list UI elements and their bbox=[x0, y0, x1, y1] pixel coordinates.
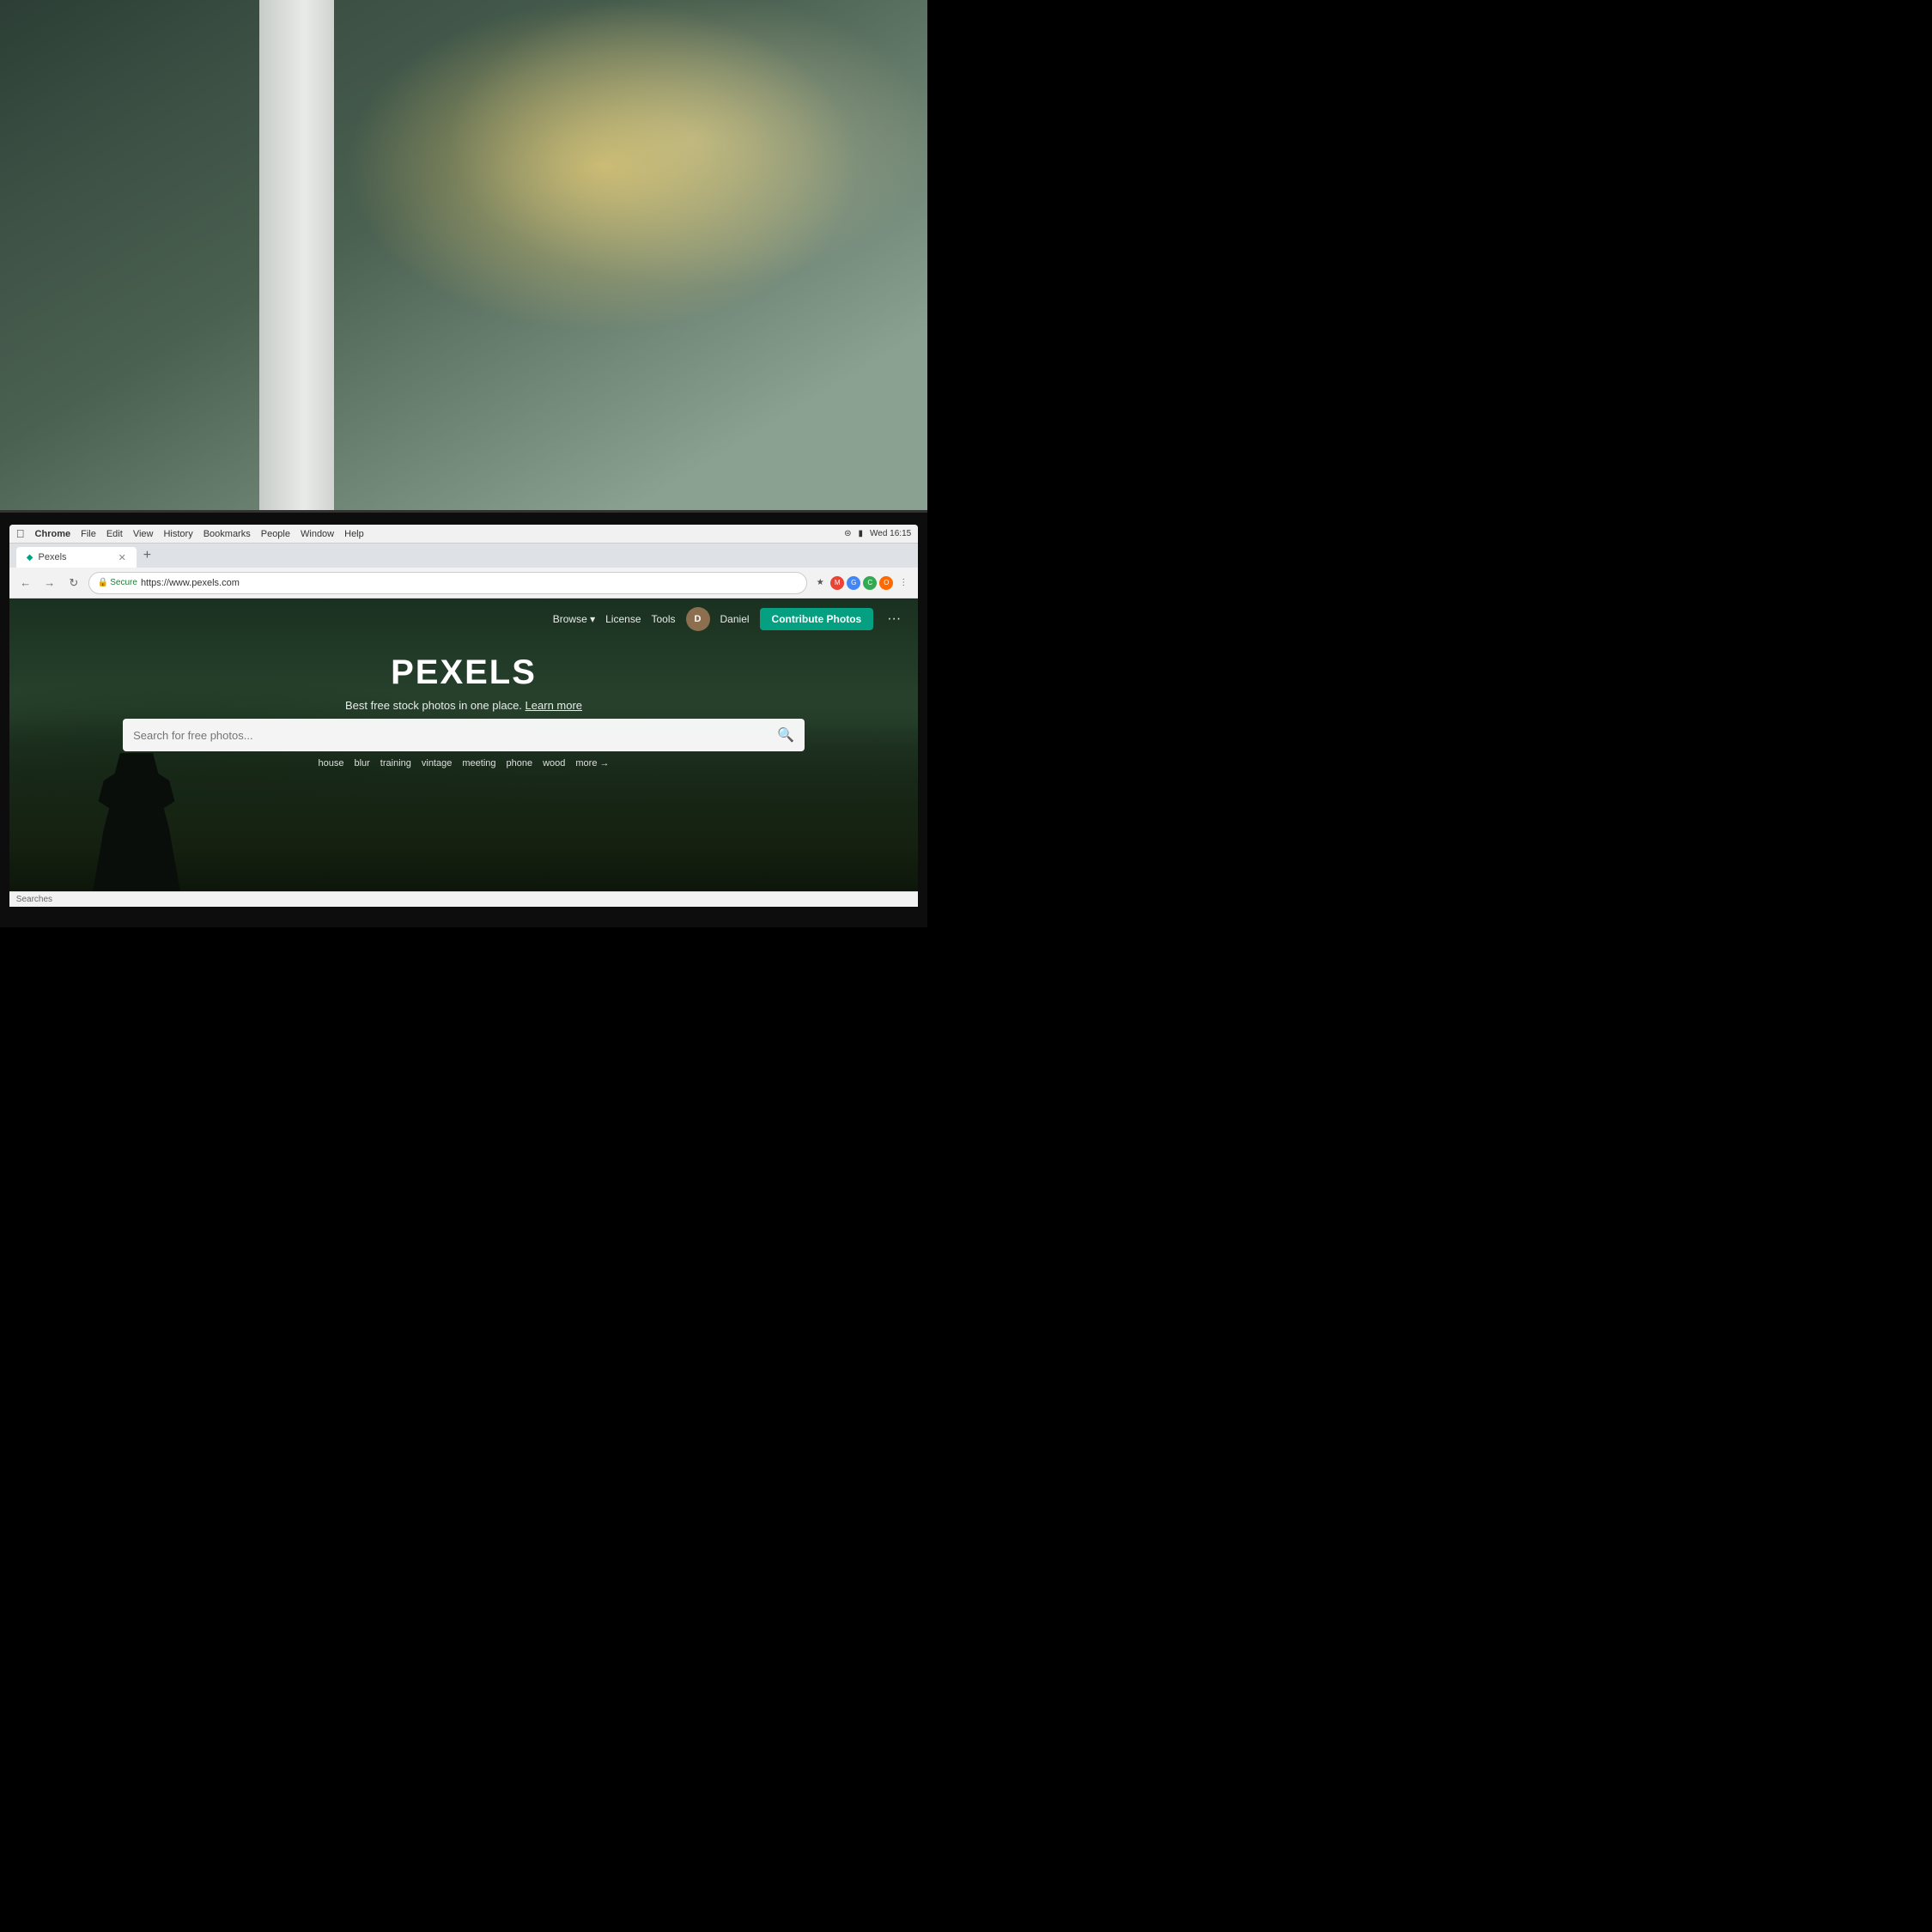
bookmark-star-icon[interactable]: ★ bbox=[812, 575, 828, 591]
secure-badge: 🔒 Secure bbox=[98, 578, 137, 587]
tag-blur[interactable]: blur bbox=[354, 758, 369, 769]
menu-edit[interactable]: Edit bbox=[106, 529, 123, 539]
extension-icons: ★ M G C O ⋮ bbox=[812, 575, 911, 591]
website-content: Browse ▾ License Tools D Daniel bbox=[9, 598, 918, 906]
pexels-logo: PEXELS bbox=[391, 653, 537, 692]
ext-icon-4[interactable]: O bbox=[879, 576, 893, 590]
os-menubar:  Chrome Pexels File Edit View History B… bbox=[9, 525, 918, 544]
pexels-main-content: PEXELS Best free stock photos in one pla… bbox=[9, 640, 918, 769]
tab-close-icon[interactable]: ✕ bbox=[118, 552, 126, 563]
menu-history[interactable]: History bbox=[163, 529, 192, 539]
menu-people[interactable]: People bbox=[261, 529, 290, 539]
menu-window[interactable]: Window bbox=[301, 529, 334, 539]
tag-wood[interactable]: wood bbox=[543, 758, 565, 769]
search-input[interactable] bbox=[133, 729, 770, 742]
new-tab-button[interactable]: + bbox=[137, 548, 158, 563]
address-bar[interactable]: 🔒 Secure https://www.pexels.com bbox=[88, 572, 807, 594]
menu-bookmarks[interactable]: Bookmarks bbox=[204, 529, 251, 539]
monitor-frame:  Chrome Pexels File Edit View History B… bbox=[0, 510, 927, 927]
ext-icon-2[interactable]: G bbox=[847, 576, 860, 590]
more-options-button[interactable]: ··· bbox=[884, 609, 904, 629]
wifi-icon: ⊜ bbox=[844, 529, 851, 538]
back-button[interactable]: ← bbox=[16, 574, 35, 592]
chrome-toolbar: ← → ↻ 🔒 Secure https://www.pexels.com ★ … bbox=[9, 568, 918, 598]
office-background bbox=[0, 0, 927, 556]
status-text: Searches bbox=[16, 895, 52, 904]
clock-display: Wed 16:15 bbox=[870, 529, 911, 538]
more-extensions-icon[interactable]: ⋮ bbox=[896, 575, 911, 591]
os-menubar-right: ⊜ ▮ Wed 16:15 bbox=[844, 529, 911, 538]
tag-vintage[interactable]: vintage bbox=[422, 758, 452, 769]
tag-meeting[interactable]: meeting bbox=[462, 758, 495, 769]
pexels-search-bar[interactable]: 🔍 bbox=[123, 719, 805, 751]
apple-menu[interactable]:  bbox=[16, 527, 25, 540]
secure-label: Secure bbox=[110, 578, 137, 587]
user-name[interactable]: Daniel bbox=[720, 613, 750, 625]
chrome-tab-bar: ◆ Pexels ✕ + bbox=[9, 544, 918, 568]
browse-nav-item[interactable]: Browse ▾ bbox=[553, 613, 595, 625]
pexels-tagline: Best free stock photos in one place. Lea… bbox=[345, 699, 582, 712]
forward-button[interactable]: → bbox=[40, 574, 59, 592]
pexels-tag-list: house blur training vintage meeting phon… bbox=[318, 758, 609, 769]
ext-icon-1[interactable]: M bbox=[830, 576, 844, 590]
tab-favicon: ◆ bbox=[27, 553, 33, 562]
chrome-app-name[interactable]: Chrome bbox=[35, 529, 71, 539]
ext-icon-3[interactable]: C bbox=[863, 576, 877, 590]
browse-dropdown-icon: ▾ bbox=[590, 613, 595, 625]
search-icon[interactable]: 🔍 bbox=[777, 726, 794, 744]
more-tags-button[interactable]: more → bbox=[575, 758, 609, 769]
license-nav-item[interactable]: License bbox=[605, 613, 641, 625]
user-avatar[interactable]: D bbox=[686, 607, 710, 631]
tag-training[interactable]: training bbox=[380, 758, 411, 769]
tools-nav-item[interactable]: Tools bbox=[652, 613, 676, 625]
more-dots-icon: ··· bbox=[887, 611, 901, 627]
menu-file[interactable]: File bbox=[81, 529, 96, 539]
reload-button[interactable]: ↻ bbox=[64, 574, 83, 592]
tab-title: Pexels bbox=[39, 552, 67, 562]
menu-help[interactable]: Help bbox=[344, 529, 364, 539]
os-menubar-left:  Chrome Pexels File Edit View History B… bbox=[16, 527, 364, 540]
battery-icon: ▮ bbox=[859, 529, 864, 538]
learn-more-link[interactable]: Learn more bbox=[526, 699, 582, 712]
tag-phone[interactable]: phone bbox=[507, 758, 533, 769]
menu-view[interactable]: View bbox=[133, 529, 154, 539]
pexels-hero: Browse ▾ License Tools D Daniel bbox=[9, 598, 918, 906]
office-pillar bbox=[259, 0, 333, 556]
contribute-photos-button[interactable]: Contribute Photos bbox=[760, 608, 874, 630]
browser-status-bar: Searches bbox=[9, 891, 918, 907]
url-display[interactable]: https://www.pexels.com bbox=[141, 578, 240, 588]
pexels-navbar: Browse ▾ License Tools D Daniel bbox=[9, 598, 918, 640]
lock-icon: 🔒 bbox=[98, 578, 108, 587]
active-tab[interactable]: ◆ Pexels ✕ bbox=[16, 547, 137, 568]
browser-window:  Chrome Pexels File Edit View History B… bbox=[9, 525, 918, 906]
tag-house[interactable]: house bbox=[318, 758, 343, 769]
